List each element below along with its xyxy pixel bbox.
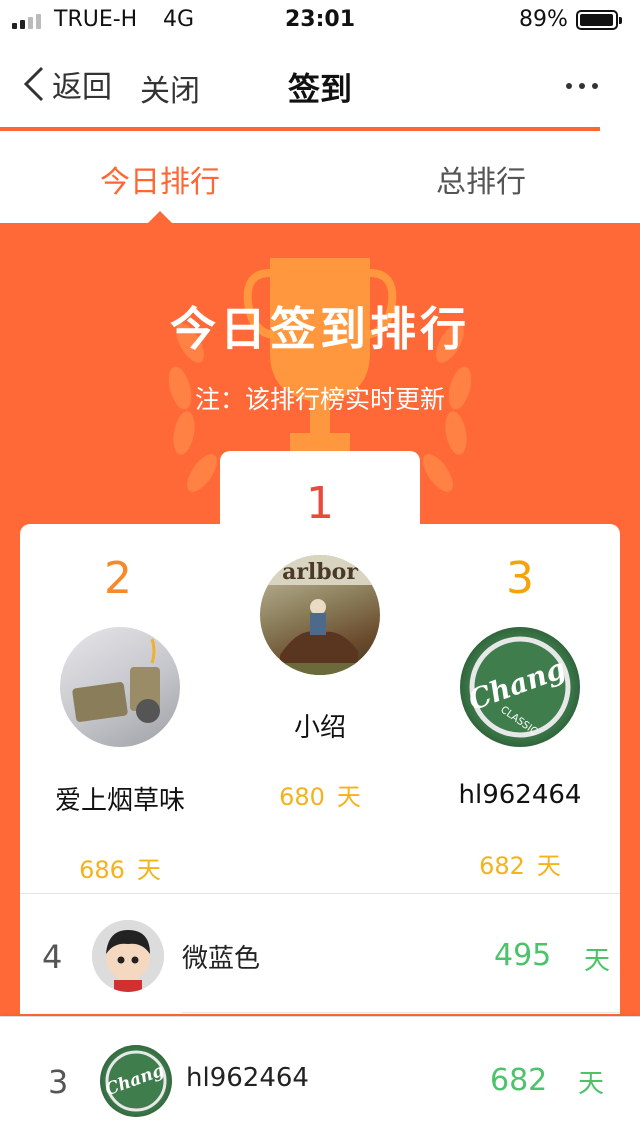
tab-total-ranking[interactable]: 总排行: [436, 157, 526, 201]
tab-bar: 今日排行 总排行: [0, 131, 640, 223]
podium-name-1: 小绍: [293, 713, 346, 743]
banner-note: 注：该排行榜实时更新: [194, 385, 445, 414]
dot-icon: [592, 83, 598, 89]
divider: [182, 1012, 620, 1013]
cartoon-boy-icon: [92, 920, 164, 992]
list-rank: 4: [42, 938, 63, 976]
avatar: Chang: [100, 1045, 172, 1117]
rank-number-1: 1: [306, 478, 334, 529]
status-bar: TRUE-H 4G 23:01 89%: [0, 0, 640, 40]
rank-number-3: 3: [506, 553, 534, 604]
my-days-unit: 天: [578, 1069, 605, 1099]
list-name: 微蓝色: [182, 944, 261, 974]
days-value: 686: [79, 856, 125, 884]
beer-cap-icon: Chang: [103, 1050, 167, 1112]
avatar[interactable]: arlbor: [260, 555, 380, 675]
podium-days-3: 682 天: [420, 846, 620, 881]
lighter-icon: [72, 638, 160, 723]
beer-cap-icon: Chang CLASSIC: [464, 636, 571, 738]
my-name: hl962464: [186, 1063, 309, 1093]
cowboy-horse-icon: arlbor: [260, 555, 380, 675]
days-unit: 天: [136, 856, 161, 884]
rank-number-2: 2: [104, 553, 132, 604]
my-days: 682: [490, 1063, 548, 1098]
more-options-button[interactable]: [562, 80, 602, 92]
tab-pointer: [148, 211, 172, 223]
podium-name-2: 爱上烟草味: [54, 786, 185, 816]
days-value: 680: [279, 783, 325, 811]
list-days: 495: [494, 938, 552, 973]
dot-icon: [566, 83, 572, 89]
banner-title: 今日签到排行: [170, 302, 470, 356]
podium-days-1: 680 天: [220, 777, 420, 812]
list-item[interactable]: 4 微蓝色 495 天: [20, 894, 620, 1014]
battery-icon: [576, 10, 622, 30]
avatar: [92, 920, 164, 992]
my-rank-bar[interactable]: 3 Chang hl962464 682 天: [0, 1016, 640, 1137]
podium-days-2: 686 天: [20, 850, 220, 885]
battery-percent: 89%: [519, 7, 568, 32]
my-rank: 3: [48, 1063, 69, 1101]
avatar[interactable]: [60, 627, 180, 747]
nav-bar: 返回 关闭 签到: [0, 40, 640, 128]
days-unit: 天: [536, 852, 561, 880]
tab-today-ranking[interactable]: 今日排行: [100, 157, 220, 201]
days-value: 682: [479, 852, 525, 880]
podium-name-3: hl962464: [458, 780, 582, 810]
list-days-unit: 天: [584, 946, 611, 976]
page-title: 签到: [287, 70, 352, 108]
svg-text:arlbor: arlbor: [282, 559, 358, 585]
avatar[interactable]: Chang CLASSIC: [460, 627, 580, 747]
dot-icon: [579, 83, 585, 89]
days-unit: 天: [336, 783, 361, 811]
